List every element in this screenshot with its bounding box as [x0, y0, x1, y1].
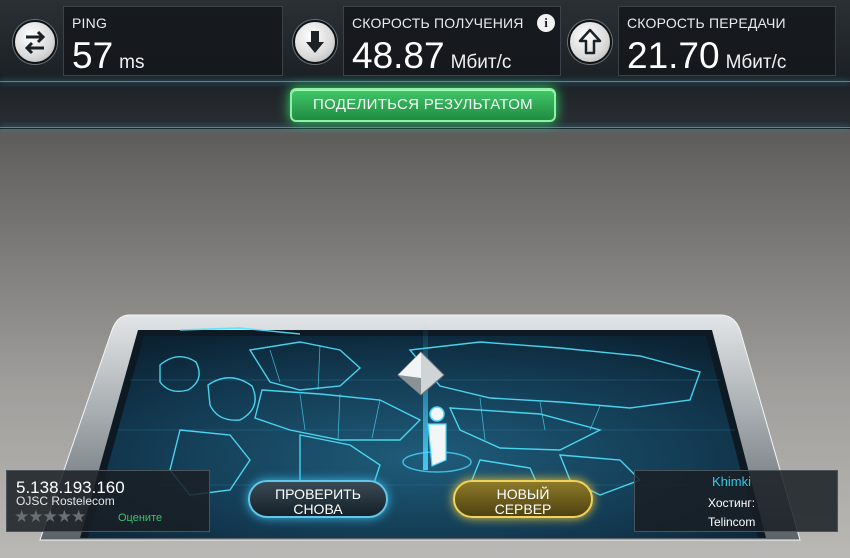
ping-value: 57 ms	[72, 35, 144, 77]
ping-arrows-icon	[13, 20, 57, 64]
download-panel: СКОРОСТЬ ПОЛУЧЕНИЯ 48.87 Мбит/с	[343, 6, 561, 76]
upload-label: СКОРОСТЬ ПЕРЕДАЧИ	[627, 15, 786, 31]
download-unit: Мбит/с	[450, 52, 512, 73]
download-arrow-icon	[293, 20, 337, 64]
upload-unit: Мбит/с	[725, 52, 787, 73]
client-isp: OJSC Rostelecom	[16, 494, 115, 508]
hosting-provider: Telincom	[708, 515, 756, 529]
hosting-label: Хостинг:	[708, 496, 756, 510]
share-result-button[interactable]: ПОДЕЛИТЬСЯ РЕЗУЛЬТАТОМ	[290, 88, 556, 122]
rate-link[interactable]: Оцените	[118, 512, 162, 524]
upload-panel: СКОРОСТЬ ПЕРЕДАЧИ 21.70 Мбит/с	[618, 6, 836, 76]
test-again-button[interactable]: ПРОВЕРИТЬ СНОВА	[248, 480, 388, 518]
upload-number: 21.70	[627, 35, 720, 76]
header-divider-bottom	[0, 127, 850, 128]
upload-arrow-icon	[568, 20, 612, 64]
ping-unit: ms	[119, 52, 145, 73]
ping-number: 57	[72, 35, 114, 76]
ping-label: PING	[72, 15, 108, 31]
download-label: СКОРОСТЬ ПОЛУЧЕНИЯ	[352, 15, 524, 31]
info-icon[interactable]: i	[537, 14, 555, 32]
ping-panel: PING 57 ms	[63, 6, 283, 76]
download-number: 48.87	[352, 35, 445, 76]
rating-stars[interactable]: ★★★★★	[14, 507, 86, 527]
new-server-button[interactable]: НОВЫЙ СЕРВЕР	[453, 480, 593, 518]
server-city: Khimki	[712, 474, 752, 489]
test-again-line2: СНОВА	[293, 501, 343, 517]
download-value: 48.87 Мбит/с	[352, 35, 511, 77]
results-header: PING 57 ms СКОРОСТЬ ПОЛУЧЕНИЯ 48.87 Мбит/с…	[0, 0, 850, 129]
user-marker-icon	[427, 406, 447, 467]
test-again-line1: ПРОВЕРИТЬ	[275, 486, 361, 502]
header-divider-top	[0, 81, 850, 82]
upload-value: 21.70 Мбит/с	[627, 35, 786, 77]
new-server-line1: НОВЫЙ	[496, 486, 550, 502]
new-server-line2: СЕРВЕР	[494, 501, 552, 517]
